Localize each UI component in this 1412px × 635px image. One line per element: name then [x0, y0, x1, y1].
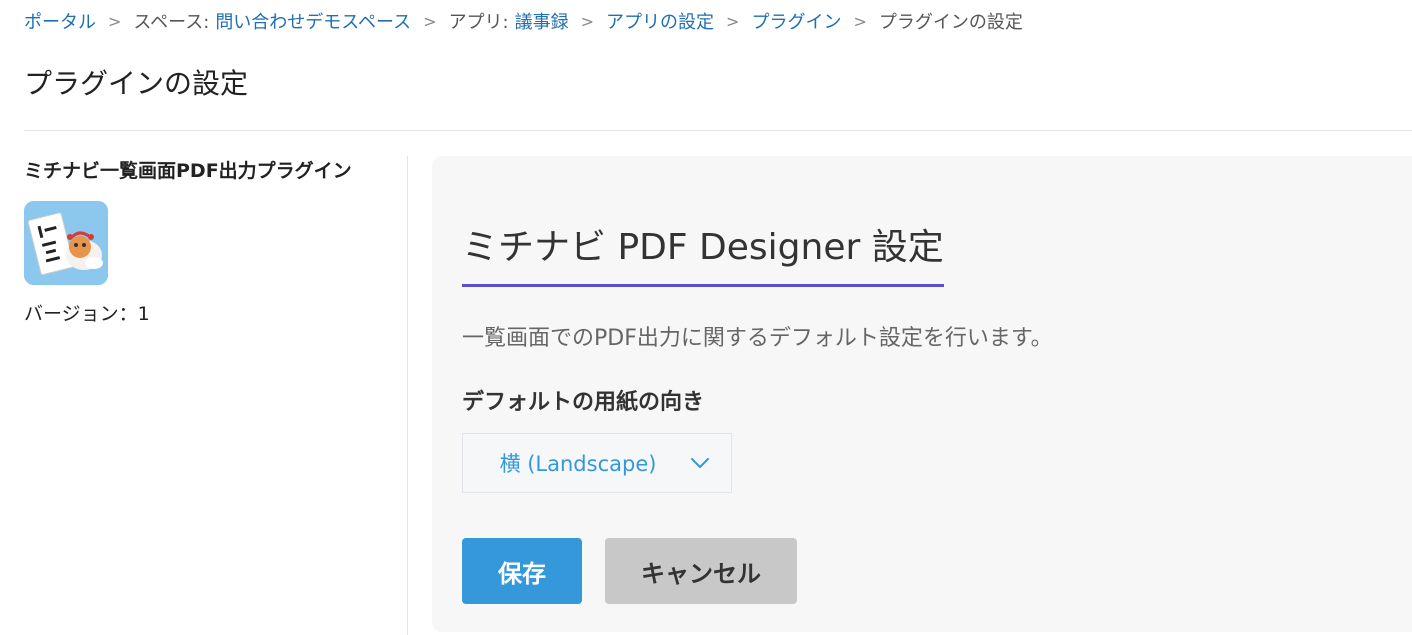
plugin-name: ミチナビ一覧画面PDF出力プラグイン	[24, 160, 352, 182]
plugin-logo-icon	[24, 201, 108, 285]
breadcrumb-link-app[interactable]: 議事録	[515, 8, 569, 34]
breadcrumb-item-plugins[interactable]: プラグイン	[751, 8, 841, 34]
breadcrumb-separator: >	[108, 11, 122, 31]
breadcrumb-link-space[interactable]: 問い合わせデモスペース	[215, 8, 411, 34]
settings-description: 一覧画面でのPDF出力に関するデフォルト設定を行います。	[462, 326, 1053, 351]
breadcrumb-separator: >	[423, 11, 437, 31]
save-button[interactable]: 保存	[462, 538, 582, 604]
plugin-version: バージョン：1	[24, 303, 150, 325]
breadcrumb-separator: >	[726, 11, 740, 31]
orientation-select[interactable]: 横 (Landscape)	[462, 433, 732, 493]
breadcrumb-item-portal[interactable]: ポータル	[24, 8, 96, 34]
breadcrumb-app-prefix: アプリ:	[448, 12, 509, 33]
chevron-down-icon	[687, 450, 713, 476]
breadcrumb-space-prefix: スペース:	[133, 12, 210, 33]
breadcrumb-item-space: スペース: 問い合わせデモスペース	[133, 8, 411, 34]
orientation-label: デフォルトの用紙の向き	[462, 390, 705, 415]
sidebar-divider	[407, 156, 408, 635]
breadcrumb-link-portal[interactable]: ポータル	[24, 8, 96, 34]
settings-title: ミチナビ PDF Designer 設定	[462, 218, 944, 287]
orientation-selected-value: 横 (Landscape)	[499, 452, 657, 476]
cancel-button[interactable]: キャンセル	[605, 538, 797, 604]
breadcrumb-current: プラグインの設定	[878, 12, 1023, 33]
header-divider	[24, 130, 1412, 131]
breadcrumb-item-app-settings[interactable]: アプリの設定	[606, 8, 714, 34]
settings-panel: ミチナビ PDF Designer 設定 一覧画面でのPDF出力に関するデフォル…	[432, 156, 1412, 632]
plugin-logo-graphic	[24, 201, 108, 285]
breadcrumb-link-plugins[interactable]: プラグイン	[751, 8, 841, 34]
breadcrumb: ポータル > スペース: 問い合わせデモスペース > アプリ: 議事録 > アプ…	[24, 8, 1023, 34]
plugin-info-sidebar: ミチナビ一覧画面PDF出力プラグイン バージョン：1	[24, 156, 394, 326]
breadcrumb-link-app-settings[interactable]: アプリの設定	[606, 8, 714, 34]
breadcrumb-item-app: アプリ: 議事録	[449, 8, 569, 34]
breadcrumb-separator: >	[580, 11, 595, 31]
breadcrumb-separator: >	[853, 11, 867, 31]
page-title: プラグインの設定	[24, 67, 249, 100]
